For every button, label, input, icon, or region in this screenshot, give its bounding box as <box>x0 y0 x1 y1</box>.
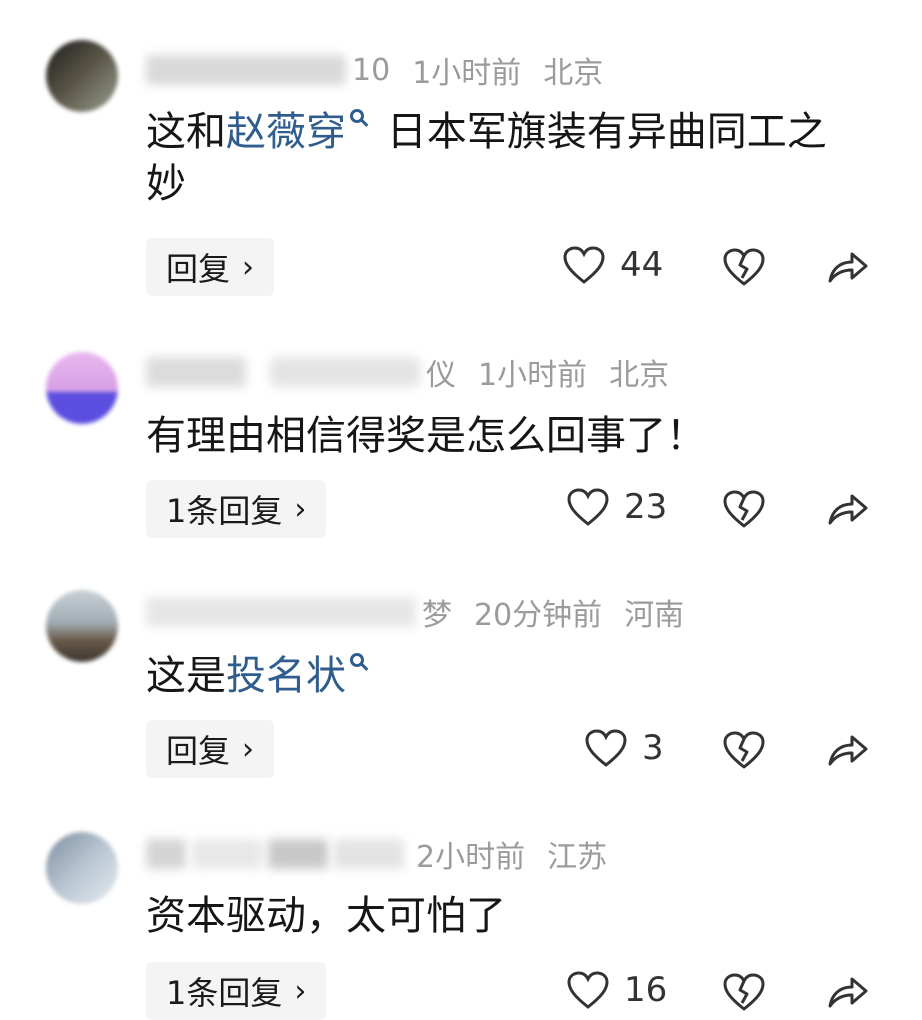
like-button[interactable]: 16 <box>566 970 667 1010</box>
reply-label: 1条回复 <box>166 492 283 530</box>
share-arrow-icon[interactable] <box>826 245 870 287</box>
chevron-right-icon: › <box>294 491 307 527</box>
heart-outline-icon <box>563 246 605 284</box>
share-arrow-icon[interactable] <box>826 728 870 770</box>
comment-location: 江苏 <box>547 840 608 875</box>
comment-text: 这是投名状 <box>146 650 866 702</box>
broken-heart-icon[interactable] <box>722 729 766 771</box>
like-button[interactable]: 23 <box>566 487 667 527</box>
comment-text: 资本驱动，太可怕了 <box>146 893 506 939</box>
search-link[interactable]: 赵薇穿 <box>226 109 346 155</box>
broken-heart-icon[interactable] <box>722 971 766 1013</box>
comment-time: 2小时前 <box>416 840 526 875</box>
comment-meta: 梦 20分钟前 河南 <box>146 590 684 634</box>
username-blurred[interactable] <box>334 839 404 869</box>
reply-button[interactable]: 回复 › <box>146 238 275 296</box>
chevron-right-icon: › <box>242 731 255 767</box>
chevron-right-icon: › <box>242 249 255 285</box>
reply-label: 回复 <box>166 732 231 770</box>
search-icon <box>350 109 364 123</box>
comment-text: 有理由相信得奖是怎么回事了！ <box>146 413 706 459</box>
share-arrow-icon[interactable] <box>826 970 870 1012</box>
search-link[interactable]: 投名状 <box>226 653 346 699</box>
broken-heart-icon[interactable] <box>722 488 766 530</box>
like-count: 23 <box>624 487 668 527</box>
share-arrow-icon[interactable] <box>826 487 870 529</box>
comment-time: 1小时前 <box>412 56 522 91</box>
comment-time: 1小时前 <box>478 358 588 393</box>
username-blurred[interactable] <box>146 597 416 627</box>
like-button[interactable]: 44 <box>562 245 663 285</box>
like-count: 16 <box>624 970 668 1010</box>
avatar[interactable] <box>46 832 118 904</box>
username-blurred[interactable] <box>270 357 420 387</box>
comment-meta: 2小时前 江苏 <box>146 832 607 876</box>
comment-location: 北京 <box>609 358 670 393</box>
like-count: 44 <box>620 245 664 285</box>
reply-button[interactable]: 回复 › <box>146 720 275 778</box>
like-button[interactable]: 3 <box>584 728 664 768</box>
comment-location: 河南 <box>624 598 685 633</box>
comment-time: 20分钟前 <box>474 598 603 633</box>
like-count: 3 <box>642 728 664 768</box>
username-visible: 梦 <box>422 598 452 633</box>
comment-location: 北京 <box>543 56 604 91</box>
search-icon <box>350 653 364 667</box>
reply-button[interactable]: 1条回复 › <box>146 480 327 538</box>
heart-outline-icon <box>585 729 627 767</box>
comment-text: 这和赵薇穿 日本军旗装有异曲同工之妙 <box>146 109 827 207</box>
username-blurred[interactable] <box>192 839 262 869</box>
reply-label: 1条回复 <box>166 974 283 1012</box>
avatar[interactable] <box>46 590 118 662</box>
avatar[interactable] <box>46 40 118 112</box>
reply-button[interactable]: 1条回复 › <box>146 962 327 1020</box>
avatar[interactable] <box>46 352 118 424</box>
username-blurred[interactable] <box>146 839 186 869</box>
heart-outline-icon <box>567 488 609 526</box>
username-blurred[interactable] <box>146 55 346 85</box>
comment-meta: 仪 1小时前 北京 <box>146 350 669 394</box>
username-blurred[interactable] <box>268 839 328 869</box>
comment-meta: 10 1小时前 北京 <box>146 48 603 92</box>
username-blurred[interactable] <box>146 357 246 387</box>
username-visible: 仪 <box>426 358 456 393</box>
heart-outline-icon <box>567 971 609 1009</box>
reply-label: 回复 <box>166 250 231 288</box>
chevron-right-icon: › <box>294 973 307 1009</box>
username-visible: 10 <box>352 52 391 88</box>
broken-heart-icon[interactable] <box>722 246 766 288</box>
